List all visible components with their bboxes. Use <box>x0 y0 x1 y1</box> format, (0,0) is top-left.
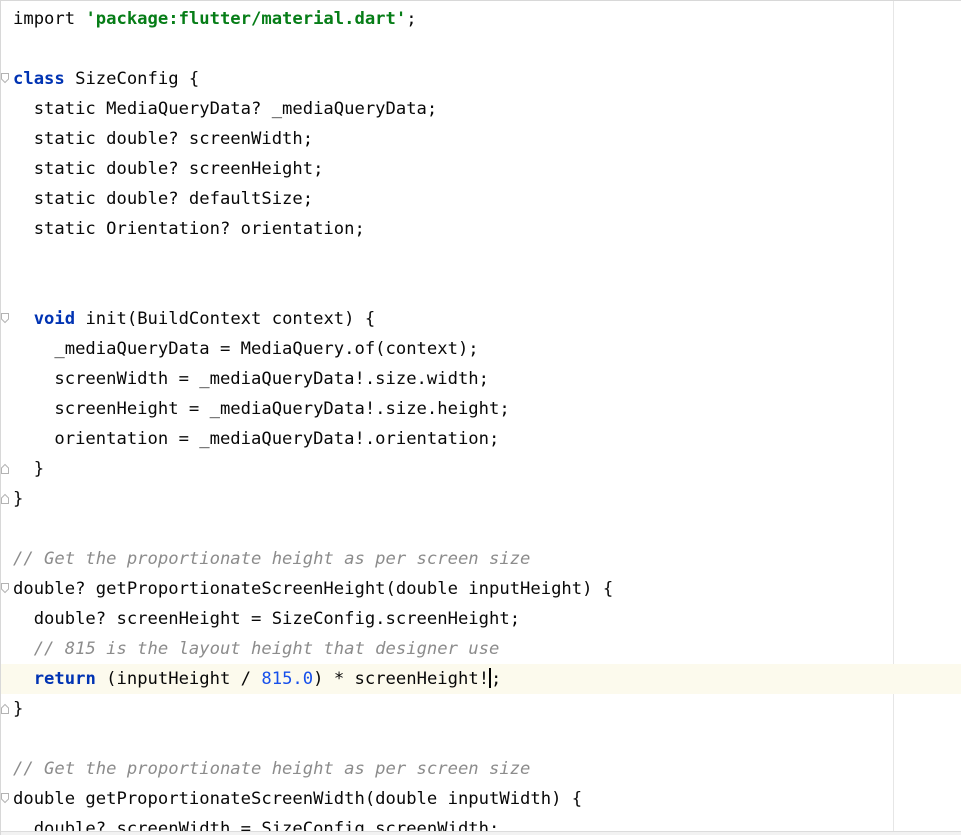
code-token: static MediaQueryData? _mediaQueryData; <box>13 99 438 119</box>
code-token: double? getProportionateScreenHeight(dou… <box>13 579 614 599</box>
code-token: orientation = _mediaQueryData!.orientati… <box>13 429 500 449</box>
code-token: void <box>33 309 76 329</box>
code-token: ) * screenHeight! <box>313 669 490 689</box>
code-line[interactable]: double? getProportionateScreenHeight(dou… <box>1 574 961 604</box>
code-token: 815.0 <box>261 669 314 689</box>
code-token: double getProportionateScreenWidth(doubl… <box>13 789 583 809</box>
code-line[interactable]: } <box>1 694 961 724</box>
editor-bottom-edge <box>1 831 961 835</box>
code-token: ; <box>491 669 502 689</box>
code-token: screenWidth = _mediaQueryData!.size.widt… <box>13 369 489 389</box>
code-line[interactable]: void init(BuildContext context) { <box>1 304 961 334</box>
code-line[interactable]: double? screenHeight = SizeConfig.screen… <box>1 604 961 634</box>
code-line[interactable] <box>1 34 961 64</box>
code-token: } <box>13 699 24 719</box>
code-line[interactable]: // 815 is the layout height that designe… <box>1 634 961 664</box>
code-token: 'package:flutter/material.dart' <box>85 9 407 29</box>
code-line[interactable] <box>1 514 961 544</box>
code-token: static Orientation? orientation; <box>13 219 365 239</box>
code-line[interactable]: static MediaQueryData? _mediaQueryData; <box>1 94 961 124</box>
code-editor[interactable]: import 'package:flutter/material.dart'; c… <box>0 0 961 835</box>
code-line[interactable]: static double? screenWidth; <box>1 124 961 154</box>
code-line[interactable]: screenWidth = _mediaQueryData!.size.widt… <box>1 364 961 394</box>
fold-close-icon[interactable] <box>1 463 9 474</box>
code-line[interactable]: orientation = _mediaQueryData!.orientati… <box>1 424 961 454</box>
code-line[interactable] <box>1 274 961 304</box>
fold-open-icon[interactable] <box>1 583 9 594</box>
code-token: // 815 is the layout height that designe… <box>33 639 500 659</box>
code-token: double? screenHeight = SizeConfig.screen… <box>13 609 521 629</box>
code-token: SizeConfig { <box>64 69 200 89</box>
code-line[interactable]: static double? screenHeight; <box>1 154 961 184</box>
fold-open-icon[interactable] <box>1 793 9 804</box>
code-line[interactable]: screenHeight = _mediaQueryData!.size.hei… <box>1 394 961 424</box>
code-line[interactable]: double getProportionateScreenWidth(doubl… <box>1 784 961 814</box>
code-token: _mediaQueryData = MediaQuery.of(context)… <box>13 339 479 359</box>
code-token: import <box>13 9 86 29</box>
code-token: static double? defaultSize; <box>13 189 314 209</box>
fold-close-icon[interactable] <box>1 703 9 714</box>
fold-open-icon[interactable] <box>1 313 9 324</box>
code-token: return <box>33 669 96 689</box>
fold-open-icon[interactable] <box>1 73 9 84</box>
code-line[interactable]: static Orientation? orientation; <box>1 214 961 244</box>
code-token: (inputHeight / <box>95 669 262 689</box>
code-line[interactable]: // Get the proportionate height as per s… <box>1 754 961 784</box>
code-token: screenHeight = _mediaQueryData!.size.hei… <box>13 399 510 419</box>
code-line[interactable]: class SizeConfig { <box>1 64 961 94</box>
code-line[interactable] <box>1 724 961 754</box>
code-token: } <box>13 459 45 479</box>
code-line[interactable]: } <box>1 454 961 484</box>
code-line[interactable]: // Get the proportionate height as per s… <box>1 544 961 574</box>
code-token: // Get the proportionate height as per s… <box>13 549 531 569</box>
code-line[interactable]: static double? defaultSize; <box>1 184 961 214</box>
code-line[interactable]: _mediaQueryData = MediaQuery.of(context)… <box>1 334 961 364</box>
code-line[interactable] <box>1 244 961 274</box>
code-token: // Get the proportionate height as per s… <box>13 759 531 779</box>
code-line-current[interactable]: return (inputHeight / 815.0) * screenHei… <box>1 664 961 694</box>
code-line[interactable]: } <box>1 484 961 514</box>
code-line[interactable]: import 'package:flutter/material.dart'; <box>1 4 961 34</box>
code-token: static double? screenHeight; <box>13 159 324 179</box>
fold-close-icon[interactable] <box>1 493 9 504</box>
code-area[interactable]: import 'package:flutter/material.dart'; c… <box>1 4 961 835</box>
code-token: ; <box>406 9 417 29</box>
code-token: init(BuildContext context) { <box>75 309 376 329</box>
code-token: static double? screenWidth; <box>13 129 314 149</box>
code-token: } <box>13 489 24 509</box>
code-token: class <box>13 69 65 89</box>
